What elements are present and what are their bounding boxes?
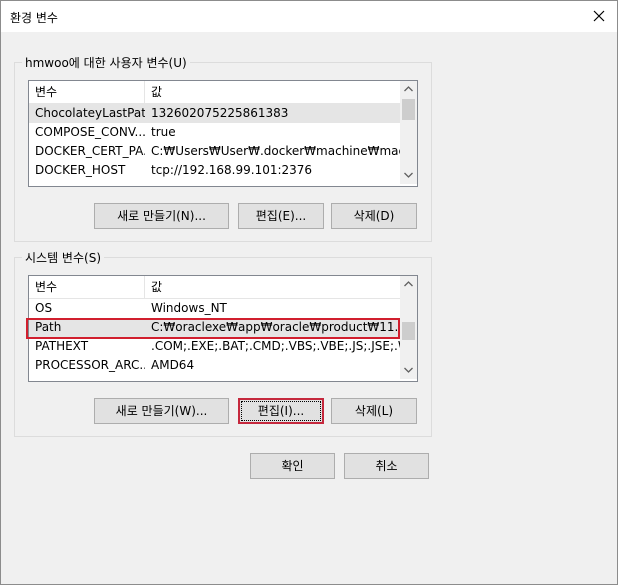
list-header: 변수 값 (29, 276, 400, 299)
variable-value: 132602075225861383 (151, 106, 289, 120)
title-bar: 환경 변수 (1, 1, 617, 32)
scroll-down-button[interactable] (400, 362, 417, 379)
user-variables-group: hmwoo에 대한 사용자 변수(U) 변수 값 ChocolateyLastP… (14, 54, 432, 242)
scroll-down-button[interactable] (400, 167, 417, 184)
chevron-down-icon (404, 172, 413, 178)
scrollbar-thumb[interactable] (402, 322, 415, 340)
variable-name: OS (35, 301, 53, 315)
user-delete-button[interactable]: 삭제(D) (331, 203, 417, 229)
user-variables-list[interactable]: 변수 값 ChocolateyLastPat... 13260207522586… (28, 80, 418, 187)
system-variables-label: 시스템 변수(S) (22, 249, 104, 266)
environment-variables-dialog: 환경 변수 hmwoo에 대한 사용자 변수(U) 변수 값 Chocolate… (0, 0, 618, 585)
variable-name: PATHEXT (35, 339, 89, 353)
system-new-button[interactable]: 새로 만들기(W)... (94, 398, 229, 424)
chevron-up-icon (404, 86, 413, 92)
table-row[interactable]: PATHEXT .COM;.EXE;.BAT;.CMD;.VBS;.VBE;.J… (29, 337, 400, 356)
cancel-button[interactable]: 취소 (344, 453, 429, 479)
system-edit-button[interactable]: 편집(I)... (238, 398, 324, 424)
user-variables-label: hmwoo에 대한 사용자 변수(U) (22, 54, 190, 71)
path-row-highlight (26, 318, 400, 339)
system-delete-button[interactable]: 삭제(L) (331, 398, 417, 424)
list-header: 변수 값 (29, 81, 400, 104)
column-header-value[interactable]: 값 (145, 81, 400, 103)
close-button[interactable] (589, 6, 609, 26)
variable-name: PROCESSOR_ARC... (35, 358, 145, 372)
vertical-scrollbar[interactable] (400, 81, 417, 184)
vertical-scrollbar[interactable] (400, 276, 417, 379)
table-row[interactable]: OS Windows_NT (29, 299, 400, 318)
table-row[interactable]: ChocolateyLastPat... 132602075225861383 (29, 104, 400, 123)
variable-value: Windows_NT (151, 301, 227, 315)
scrollbar-thumb[interactable] (402, 99, 415, 120)
column-header-value[interactable]: 값 (145, 276, 400, 298)
variable-name: DOCKER_HOST (35, 163, 126, 177)
system-variables-group: 시스템 변수(S) 변수 값 OS Windows_NT Path C:₩ora… (14, 249, 432, 437)
chevron-down-icon (404, 367, 413, 373)
chevron-up-icon (404, 281, 413, 287)
column-header-variable[interactable]: 변수 (29, 276, 145, 298)
variable-value: AMD64 (151, 358, 195, 372)
scroll-up-button[interactable] (400, 81, 417, 98)
column-header-variable[interactable]: 변수 (29, 81, 145, 103)
user-edit-button[interactable]: 편집(E)... (238, 203, 324, 229)
table-row[interactable]: DOCKER_CERT_PA... C:₩Users₩User₩.docker₩… (29, 142, 400, 161)
table-row[interactable]: COMPOSE_CONV... true (29, 123, 400, 142)
ok-button[interactable]: 확인 (250, 453, 335, 479)
table-row[interactable]: DOCKER_HOST tcp://192.168.99.101:2376 (29, 161, 400, 180)
variable-value: .COM;.EXE;.BAT;.CMD;.VBS;.VBE;.JS;.JSE;.… (151, 339, 400, 353)
variable-value: true (151, 125, 176, 139)
variable-name: COMPOSE_CONV... (35, 125, 145, 139)
variable-name: ChocolateyLastPat... (35, 106, 145, 120)
variable-value: C:₩Users₩User₩.docker₩machine₩machin... (151, 144, 400, 158)
window-title: 환경 변수 (10, 11, 58, 25)
table-row[interactable]: PROCESSOR_ARC... AMD64 (29, 356, 400, 375)
variable-name: DOCKER_CERT_PA... (35, 144, 145, 158)
variable-value: tcp://192.168.99.101:2376 (151, 163, 313, 177)
user-new-button[interactable]: 새로 만들기(N)... (94, 203, 229, 229)
scroll-up-button[interactable] (400, 276, 417, 293)
close-icon (593, 10, 605, 22)
